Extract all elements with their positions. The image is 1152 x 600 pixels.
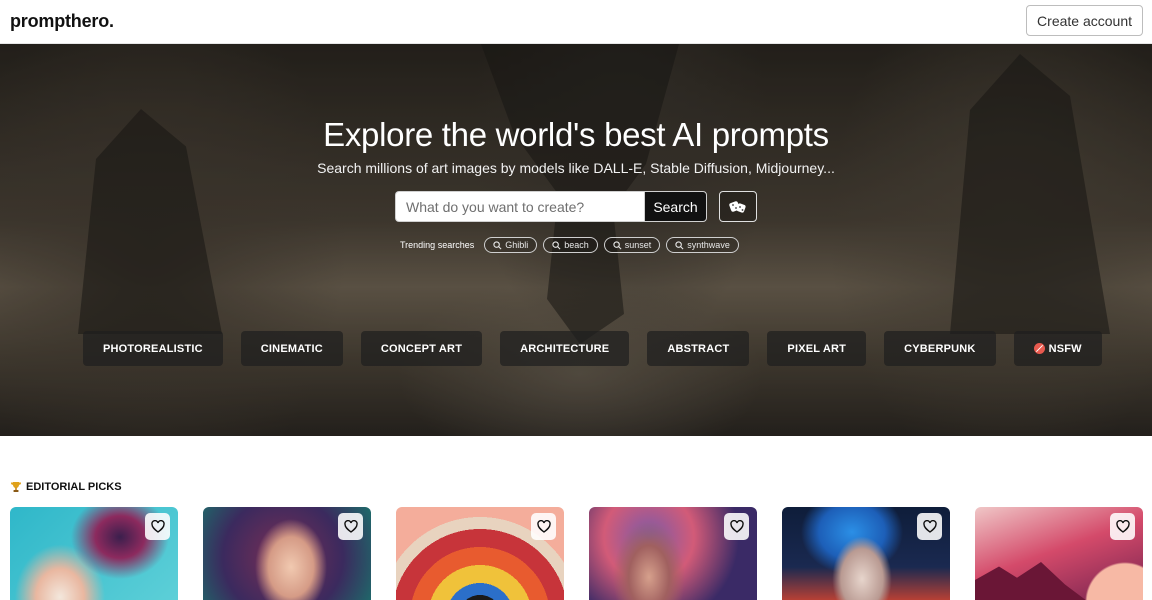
category-cinematic[interactable]: CINEMATIC [240,331,343,366]
image-card[interactable] [589,507,757,600]
trending-chip-beach[interactable]: beach [543,237,598,253]
trophy-icon [11,482,21,492]
trending-chip-ghibli[interactable]: Ghibli [484,237,538,253]
category-photorealistic[interactable]: PHOTOREALISTIC [83,331,223,366]
image-card[interactable] [10,507,178,600]
trending-chip-label: synthwave [687,240,730,250]
card-artwork-hills [975,562,1095,600]
search-bar: Search [395,191,707,222]
hero-subtitle: Search millions of art images by models … [317,160,835,176]
heart-icon [1115,520,1130,533]
search-icon [613,240,622,249]
editorial-picks-title: EDITORIAL PICKS [26,481,122,493]
trending-searches: Trending searches Ghibli beach sunset sy… [400,236,739,254]
image-card[interactable] [203,507,371,600]
trending-label: Trending searches [400,240,475,250]
trending-chip-sunset[interactable]: sunset [603,237,661,253]
search-input[interactable] [395,191,644,222]
heart-icon [536,520,551,533]
favorite-button[interactable] [724,513,749,540]
create-account-button[interactable]: Create account [1026,5,1143,36]
dice-icon [729,200,746,213]
favorite-button[interactable] [1110,513,1135,540]
editorial-cards [10,507,1143,600]
trending-chip-label: beach [564,240,589,250]
search-icon [493,240,502,249]
category-concept-art[interactable]: CONCEPT ART [360,331,483,366]
trending-chip-label: sunset [624,240,652,250]
heart-icon [729,520,744,533]
search-icon [552,240,561,249]
editorial-picks-heading: EDITORIAL PICKS [10,481,122,493]
favorite-button[interactable] [531,513,556,540]
search-icon [675,240,684,249]
image-card[interactable] [975,507,1143,600]
heart-icon [150,520,165,533]
heart-icon [343,520,358,533]
image-card[interactable] [782,507,950,600]
category-cyberpunk[interactable]: CYBERPUNK [884,331,996,366]
hero-banner: Explore the world's best AI prompts Sear… [0,44,1152,436]
favorite-button[interactable] [145,513,170,540]
heart-icon [922,520,937,533]
category-architecture[interactable]: ARCHITECTURE [500,331,630,366]
category-pixel-art[interactable]: PIXEL ART [767,331,867,366]
no-entry-icon [1033,343,1045,354]
trending-chip-synthwave[interactable]: synthwave [666,237,739,253]
category-nsfw[interactable]: NSFW [1013,331,1102,366]
category-nsfw-label: NSFW [1048,342,1082,355]
trending-chip-label: Ghibli [505,240,529,250]
top-navbar: prompthero. Create account [0,0,1152,44]
favorite-button[interactable] [338,513,363,540]
category-tabs: PHOTOREALISTIC CINEMATIC CONCEPT ART ARC… [83,331,1102,366]
search-button[interactable]: Search [644,191,707,222]
hero-title: Explore the world's best AI prompts [323,116,829,153]
image-card[interactable] [396,507,564,600]
random-prompt-button[interactable] [719,191,757,222]
favorite-button[interactable] [917,513,942,540]
category-abstract[interactable]: ABSTRACT [647,331,750,366]
logo[interactable]: prompthero. [10,11,114,32]
